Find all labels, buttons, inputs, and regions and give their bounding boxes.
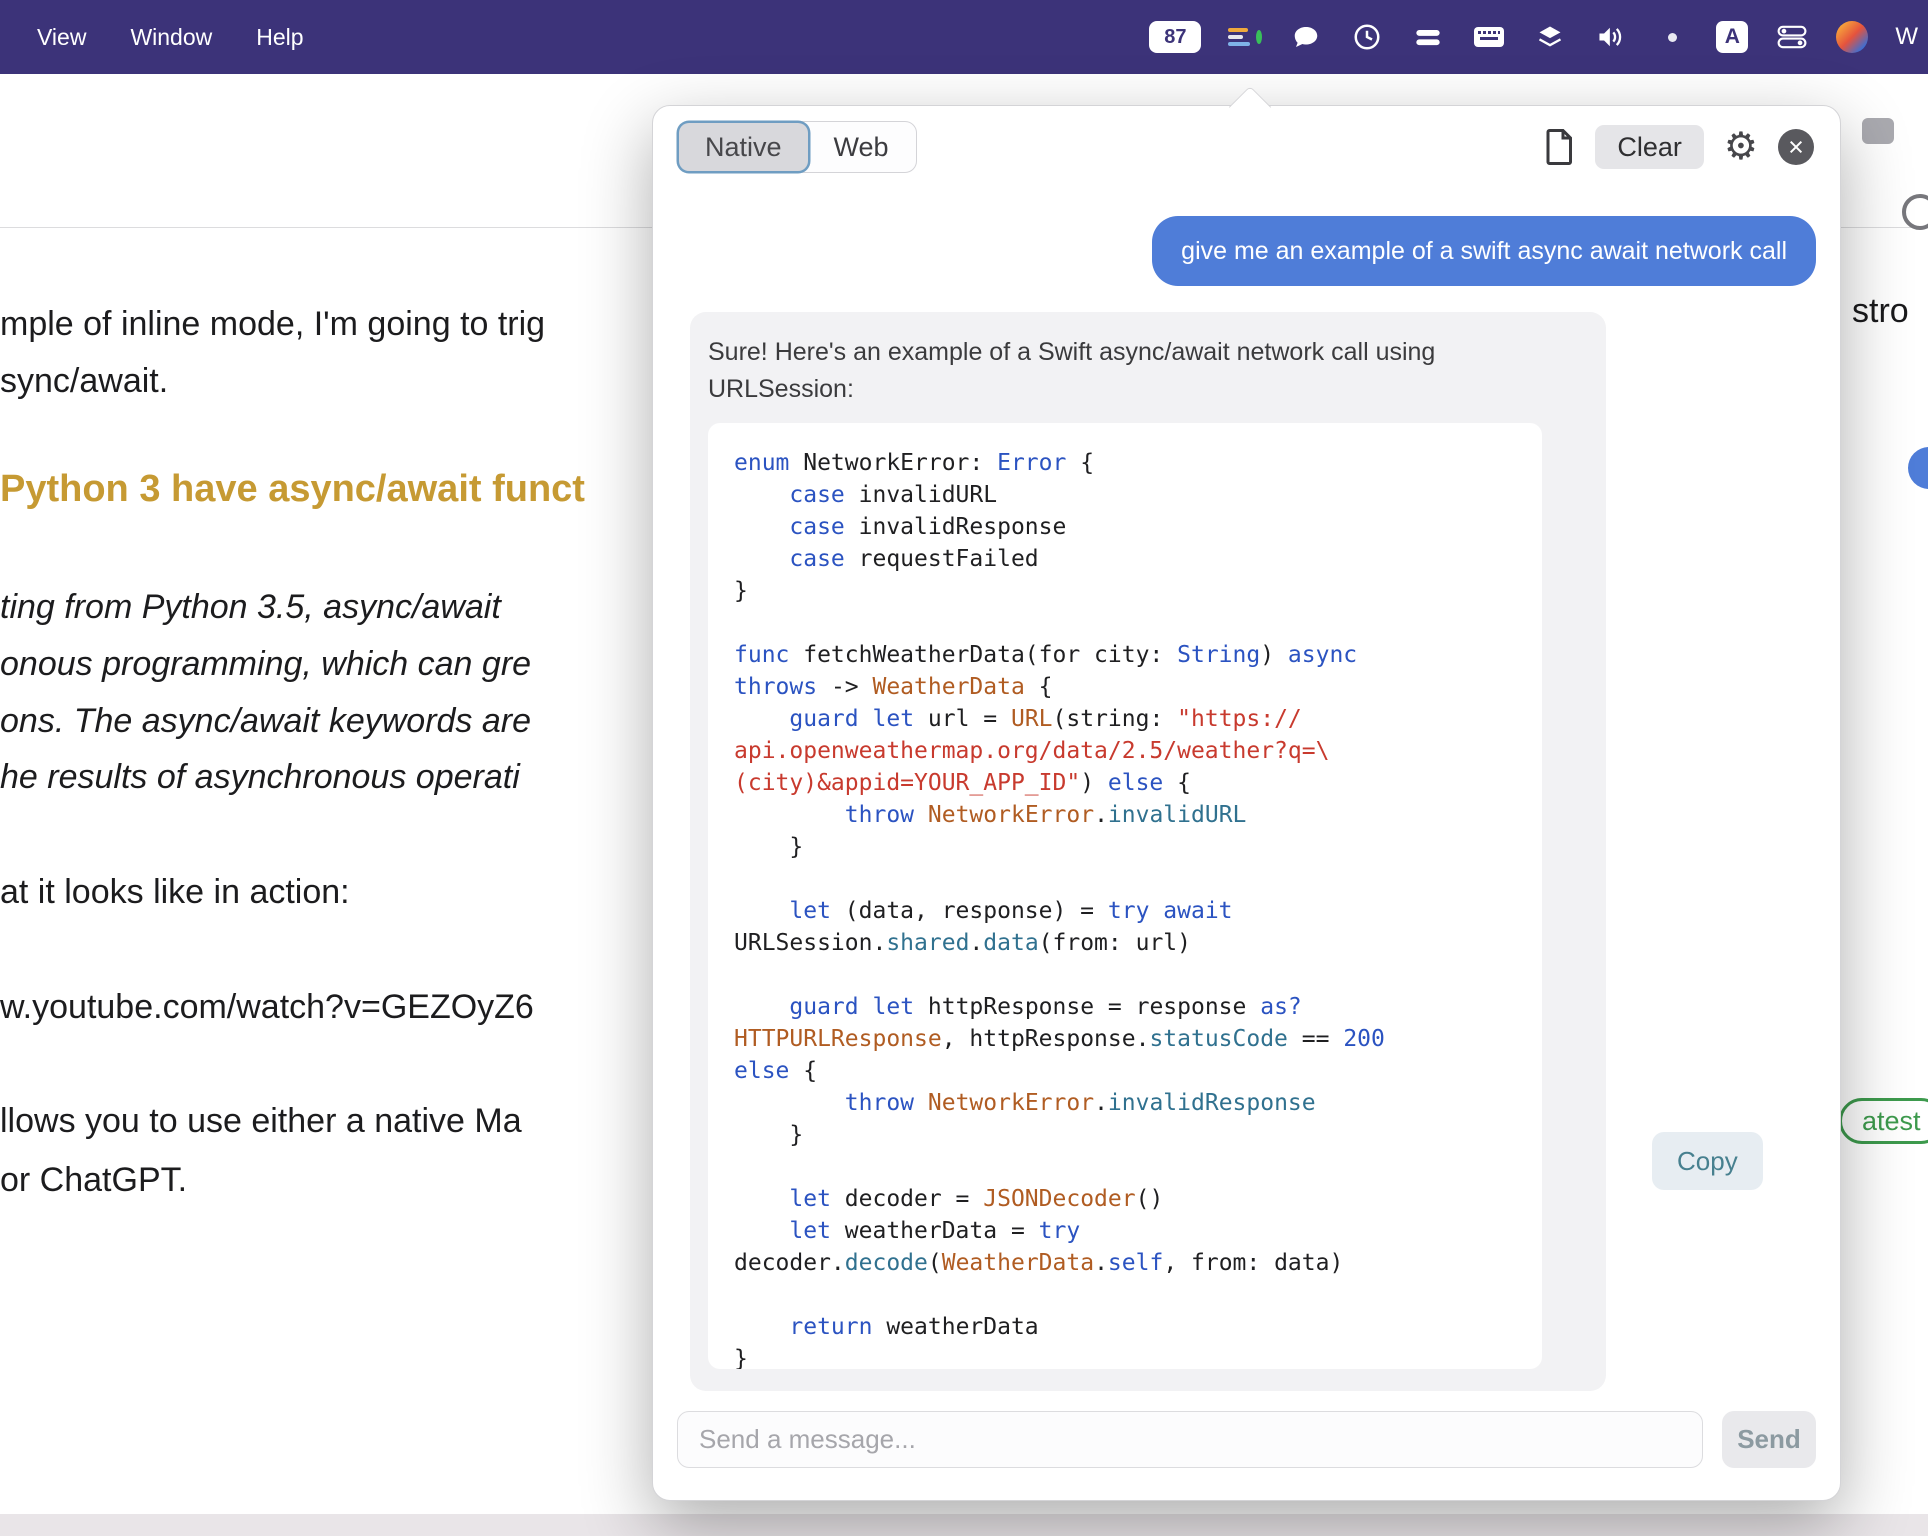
gear-icon[interactable]: ⚙ bbox=[1724, 128, 1758, 166]
page-paragraph-line: at it looks like in action: bbox=[0, 873, 350, 911]
latest-badge[interactable]: atest bbox=[1839, 1098, 1928, 1144]
code-block: enum NetworkError: Error { case invalidU… bbox=[708, 423, 1542, 1369]
message-input[interactable] bbox=[677, 1411, 1703, 1468]
layers-icon[interactable] bbox=[1533, 22, 1567, 52]
page-heading: Python 3 have async/await funct bbox=[0, 468, 585, 510]
istat-bars-icon[interactable] bbox=[1228, 22, 1263, 52]
keyboard-icon[interactable] bbox=[1472, 22, 1506, 52]
page-paragraph-line: llows you to use either a native Ma bbox=[0, 1102, 522, 1140]
page-right-fragment: stro bbox=[1852, 292, 1909, 330]
mode-switcher: Native Web bbox=[677, 121, 917, 173]
tab-native[interactable]: Native bbox=[679, 123, 808, 171]
bottom-window-edge bbox=[0, 1514, 1928, 1536]
page-paragraph-line: mple of inline mode, I'm going to trig bbox=[0, 305, 546, 343]
page-paragraph-line: sync/await. bbox=[0, 362, 169, 400]
document-icon[interactable] bbox=[1545, 129, 1575, 165]
menu-bar: View Window Help 87 A W bbox=[0, 0, 1928, 74]
chat-bubble-icon[interactable] bbox=[1289, 22, 1323, 52]
composer: Send bbox=[677, 1411, 1816, 1468]
clear-button[interactable]: Clear bbox=[1595, 125, 1704, 169]
menu-window[interactable]: Window bbox=[130, 24, 212, 51]
recording-dot-icon bbox=[1655, 22, 1689, 52]
control-center-icon[interactable] bbox=[1775, 22, 1809, 52]
mini-gray-button[interactable] bbox=[1862, 118, 1894, 144]
user-message: give me an example of a swift async awai… bbox=[1152, 216, 1816, 286]
mini-blue-button[interactable] bbox=[1908, 447, 1928, 489]
screen: View Window Help 87 A W mple of inline m… bbox=[0, 0, 1928, 1536]
page-italic-line: ons. The async/await keywords are bbox=[0, 702, 532, 740]
assistant-message: Sure! Here's an example of a Swift async… bbox=[690, 312, 1606, 1391]
profile-avatar-icon[interactable] bbox=[1836, 21, 1869, 53]
menu-view[interactable]: View bbox=[37, 24, 86, 51]
menubar-clipped-label: W bbox=[1895, 23, 1918, 50]
stacked-bars-icon[interactable] bbox=[1411, 22, 1445, 52]
page-youtube-link[interactable]: w.youtube.com/watch?v=GEZOyZ6 bbox=[0, 988, 534, 1027]
copy-button[interactable]: Copy bbox=[1652, 1132, 1763, 1190]
assistant-popup: Native Web Clear ⚙ × give me an example … bbox=[652, 85, 1841, 1501]
menu-help[interactable]: Help bbox=[256, 24, 303, 51]
battery-percent-badge[interactable]: 87 bbox=[1149, 21, 1202, 53]
page-italic-line: onous programming, which can gre bbox=[0, 645, 532, 683]
input-source-a-icon[interactable]: A bbox=[1716, 21, 1749, 53]
assistant-intro-text: Sure! Here's an example of a Swift async… bbox=[708, 338, 1436, 403]
clock-lock-icon[interactable] bbox=[1350, 22, 1384, 52]
send-button[interactable]: Send bbox=[1722, 1411, 1816, 1468]
page-italic-line: he results of asynchronous operati bbox=[0, 758, 520, 796]
volume-icon[interactable] bbox=[1594, 22, 1628, 52]
close-icon[interactable]: × bbox=[1778, 129, 1814, 165]
page-paragraph-line: or ChatGPT. bbox=[0, 1161, 188, 1199]
popup-header: Native Web Clear ⚙ × bbox=[677, 121, 1814, 173]
page-italic-line: ting from Python 3.5, async/await bbox=[0, 588, 501, 626]
tab-web[interactable]: Web bbox=[808, 123, 915, 171]
